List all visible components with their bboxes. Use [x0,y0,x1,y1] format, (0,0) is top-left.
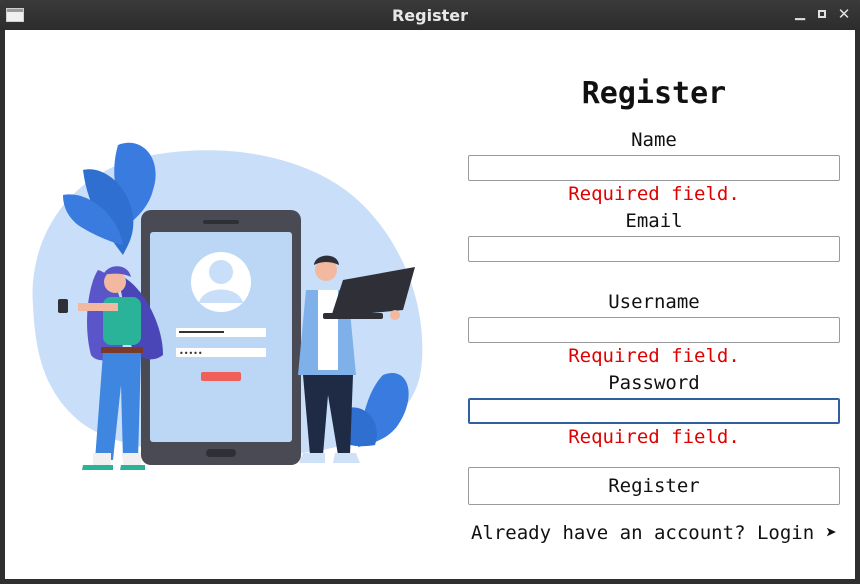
register-illustration: ••••• [32,142,423,470]
password-label: Password [608,372,700,394]
close-icon[interactable]: ✕ [836,6,852,22]
username-label: Username [608,291,700,313]
name-input[interactable] [468,155,840,181]
password-dots: ••••• [179,349,203,358]
login-link[interactable]: Already have an account? Login ➤ [468,522,840,544]
username-input[interactable] [468,317,840,343]
login-mini-button [201,372,241,381]
phone-mockup: ••••• [141,210,301,465]
username-error: Required field. [568,345,740,367]
title-bar[interactable]: Register ▁ ✕ [0,0,860,30]
name-label: Name [631,129,677,151]
maximize-icon[interactable] [814,6,830,22]
window-title: Register [391,6,469,25]
email-label: Email [625,210,683,232]
password-error: Required field. [568,426,740,448]
minimize-icon[interactable]: ▁ [792,6,808,22]
register-button[interactable]: Register [468,467,840,505]
form-heading: Register [581,76,727,111]
password-input[interactable] [468,398,840,424]
name-error: Required field. [568,183,740,205]
app-window: Register ▁ ✕ ••••• Register Name Require… [0,0,860,584]
window-content: ••••• Register Name Required field. Emai… [5,30,855,579]
email-input[interactable] [468,236,840,262]
